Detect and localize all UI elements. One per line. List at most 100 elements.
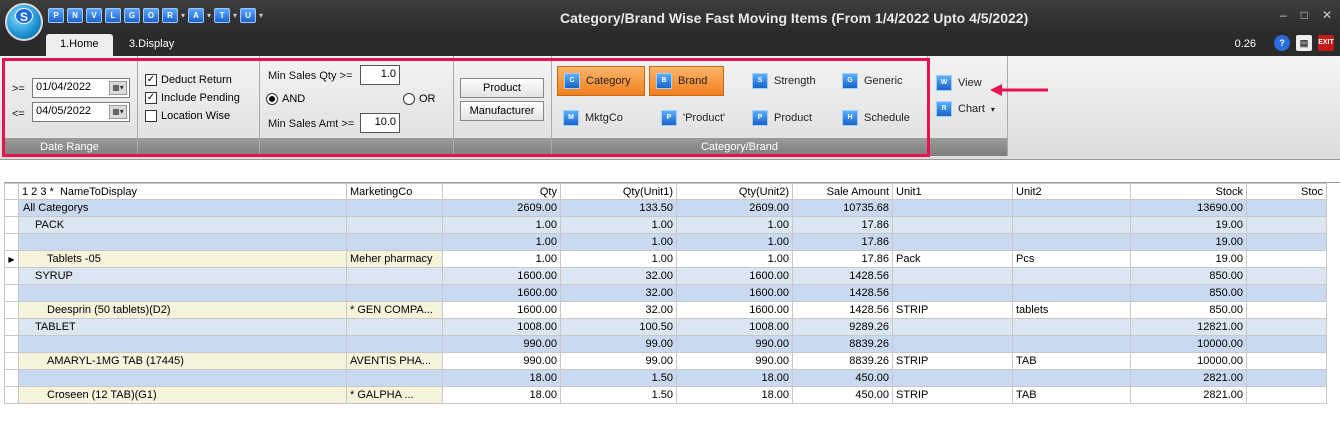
col-header-stock[interactable]: Stock <box>1130 183 1247 200</box>
brand-label: Brand <box>678 75 708 87</box>
close-icon[interactable]: ✕ <box>1322 8 1332 22</box>
cell-sale-amount: 1428.56 <box>792 284 893 302</box>
quick-access-button[interactable]: R <box>162 8 178 23</box>
table-row[interactable]: ▶ Tablets -05 Meher pharmacy 1.00 1.00 1.00 17… <box>4 250 1327 268</box>
product-button[interactable]: Product <box>460 78 544 98</box>
cell-name: PACK <box>18 216 347 234</box>
strength-button[interactable]: S Strength <box>746 66 822 96</box>
deduct-return-checkbox[interactable]: ✓ Deduct Return <box>145 74 232 86</box>
cell-name <box>18 335 347 353</box>
calendar-icon[interactable]: ▦▾ <box>109 81 127 95</box>
chart-button[interactable]: R Chart ▾ <box>930 98 1001 120</box>
notes-icon[interactable]: ▤ <box>1296 35 1312 51</box>
cell-qty-unit2: 18.00 <box>676 386 793 404</box>
to-operator: <= <box>12 108 25 120</box>
row-header <box>4 369 19 387</box>
radio-selected-icon <box>266 93 278 105</box>
col-header-qty-unit2[interactable]: Qty(Unit2) <box>676 183 793 200</box>
product-category-button[interactable]: P Product <box>746 103 818 133</box>
quick-access-button[interactable]: N <box>67 8 83 23</box>
brand-button[interactable]: B Brand <box>649 66 724 96</box>
min-amt-input[interactable]: 10.0 <box>360 113 400 133</box>
calendar-icon[interactable]: ▦▾ <box>109 105 127 119</box>
chevron-down-icon[interactable]: ▾ <box>259 11 263 20</box>
cell-unit2 <box>1012 318 1131 336</box>
quick-access-button[interactable]: T <box>214 8 231 23</box>
cell-stock2 <box>1246 250 1327 268</box>
table-row[interactable]: All Categorys 2609.00 133.50 2609.00 10735.6… <box>4 199 1327 217</box>
cell-sale-amount: 8839.26 <box>792 335 893 353</box>
table-row[interactable]: AMARYL-1MG TAB (17445) AVENTIS PHA... 990.… <box>4 352 1327 370</box>
table-row[interactable]: Deesprin (50 tablets)(D2) * GEN COMPA... 1… <box>4 301 1327 319</box>
manufacturer-button[interactable]: Manufacturer <box>460 101 544 121</box>
level-selector[interactable]: 1 2 3 * <box>22 186 54 198</box>
cell-qty: 1600.00 <box>442 284 561 302</box>
check-icon: ✓ <box>145 92 157 104</box>
exit-icon[interactable]: EXIT <box>1318 35 1334 51</box>
view-button[interactable]: W View <box>930 72 988 94</box>
quick-access-button[interactable]: V <box>86 8 102 23</box>
col-header-unit1[interactable]: Unit1 <box>892 183 1013 200</box>
maximize-icon[interactable]: □ <box>1301 8 1308 22</box>
row-header <box>4 199 19 217</box>
minimize-icon[interactable]: – <box>1280 8 1287 22</box>
version-label: 0.26 <box>1234 38 1256 50</box>
cell-unit1 <box>892 233 1013 251</box>
chevron-down-icon[interactable]: ▾ <box>233 11 237 20</box>
quick-access-button[interactable]: A <box>188 8 205 23</box>
cell-qty: 990.00 <box>442 335 561 353</box>
product-group: Product Manufacturer <box>454 56 552 156</box>
or-radio[interactable]: OR <box>403 93 436 105</box>
quick-access-button[interactable]: O <box>143 8 159 23</box>
min-qty-input[interactable]: 1.0 <box>360 65 400 85</box>
table-row[interactable]: 1.00 1.00 1.00 17.86 19.00 <box>4 233 1327 251</box>
app-logo[interactable]: S <box>5 3 43 41</box>
cell-unit1: STRIP <box>892 352 1013 370</box>
cell-qty-unit2: 18.00 <box>676 369 793 387</box>
col-header-sale-amount[interactable]: Sale Amount <box>792 183 893 200</box>
schedule-button[interactable]: H Schedule <box>836 103 916 133</box>
min-qty-label: Min Sales Qty >= <box>268 70 353 82</box>
mktgco-button[interactable]: M MktgCo <box>557 103 629 133</box>
include-pending-checkbox[interactable]: ✓ Include Pending <box>145 92 240 104</box>
category-button[interactable]: C Category <box>557 66 645 96</box>
generic-button[interactable]: G Generic <box>836 66 909 96</box>
quick-access-button[interactable]: P <box>48 8 64 23</box>
tab-display[interactable]: 3.Display <box>115 34 188 56</box>
cell-qty-unit1: 99.00 <box>560 352 677 370</box>
chevron-down-icon[interactable]: ▾ <box>991 105 995 114</box>
window-title: Category/Brand Wise Fast Moving Items (F… <box>560 10 1029 26</box>
and-radio[interactable]: AND <box>266 93 305 105</box>
table-row[interactable]: 18.00 1.50 18.00 450.00 2821.00 <box>4 369 1327 387</box>
quick-access-button[interactable]: G <box>124 8 140 23</box>
col-header-qty-unit1[interactable]: Qty(Unit1) <box>560 183 677 200</box>
chevron-down-icon[interactable]: ▾ <box>207 11 211 20</box>
deduct-return-label: Deduct Return <box>161 74 232 86</box>
view-label: View <box>958 77 982 89</box>
col-header-qty[interactable]: Qty <box>442 183 561 200</box>
chevron-down-icon[interactable]: ▾ <box>181 11 185 20</box>
table-row[interactable]: TABLET 1008.00 100.50 1008.00 9289.26 12821.0… <box>4 318 1327 336</box>
to-date-field[interactable]: 04/05/2022 ▦▾ <box>32 102 130 122</box>
table-row[interactable]: SYRUP 1600.00 32.00 1600.00 1428.56 850.00 <box>4 267 1327 285</box>
quick-access-button[interactable]: U <box>240 8 257 23</box>
tab-home[interactable]: 1.Home <box>46 34 113 56</box>
product-category-label: Product <box>774 112 812 124</box>
from-date-field[interactable]: 01/04/2022 ▦▾ <box>32 78 130 98</box>
col-header-unit2[interactable]: Unit2 <box>1012 183 1131 200</box>
help-icon[interactable]: ? <box>1274 35 1290 51</box>
cell-qty: 1600.00 <box>442 301 561 319</box>
table-row[interactable]: 990.00 99.00 990.00 8839.26 10000.00 <box>4 335 1327 353</box>
cell-qty: 1.00 <box>442 250 561 268</box>
col-header-marketingco[interactable]: MarketingCo <box>346 183 443 200</box>
table-row[interactable]: Croseen (12 TAB)(G1) * GALPHA ... 18.00 1.5… <box>4 386 1327 404</box>
quick-access-button[interactable]: L <box>105 8 121 23</box>
col-header-stock2[interactable]: Stoc <box>1246 183 1327 200</box>
table-row[interactable]: 1600.00 32.00 1600.00 1428.56 850.00 <box>4 284 1327 302</box>
table-row[interactable]: PACK 1.00 1.00 1.00 17.86 19.00 <box>4 216 1327 234</box>
location-wise-checkbox[interactable]: Location Wise <box>145 110 230 122</box>
cell-stock: 19.00 <box>1130 216 1247 234</box>
report-grid: 1 2 3 * NameToDisplay MarketingCo Qty Qt… <box>4 182 1340 425</box>
col-header-name[interactable]: 1 2 3 * NameToDisplay <box>18 183 347 200</box>
product-quote-button[interactable]: P 'Product' <box>655 103 731 133</box>
